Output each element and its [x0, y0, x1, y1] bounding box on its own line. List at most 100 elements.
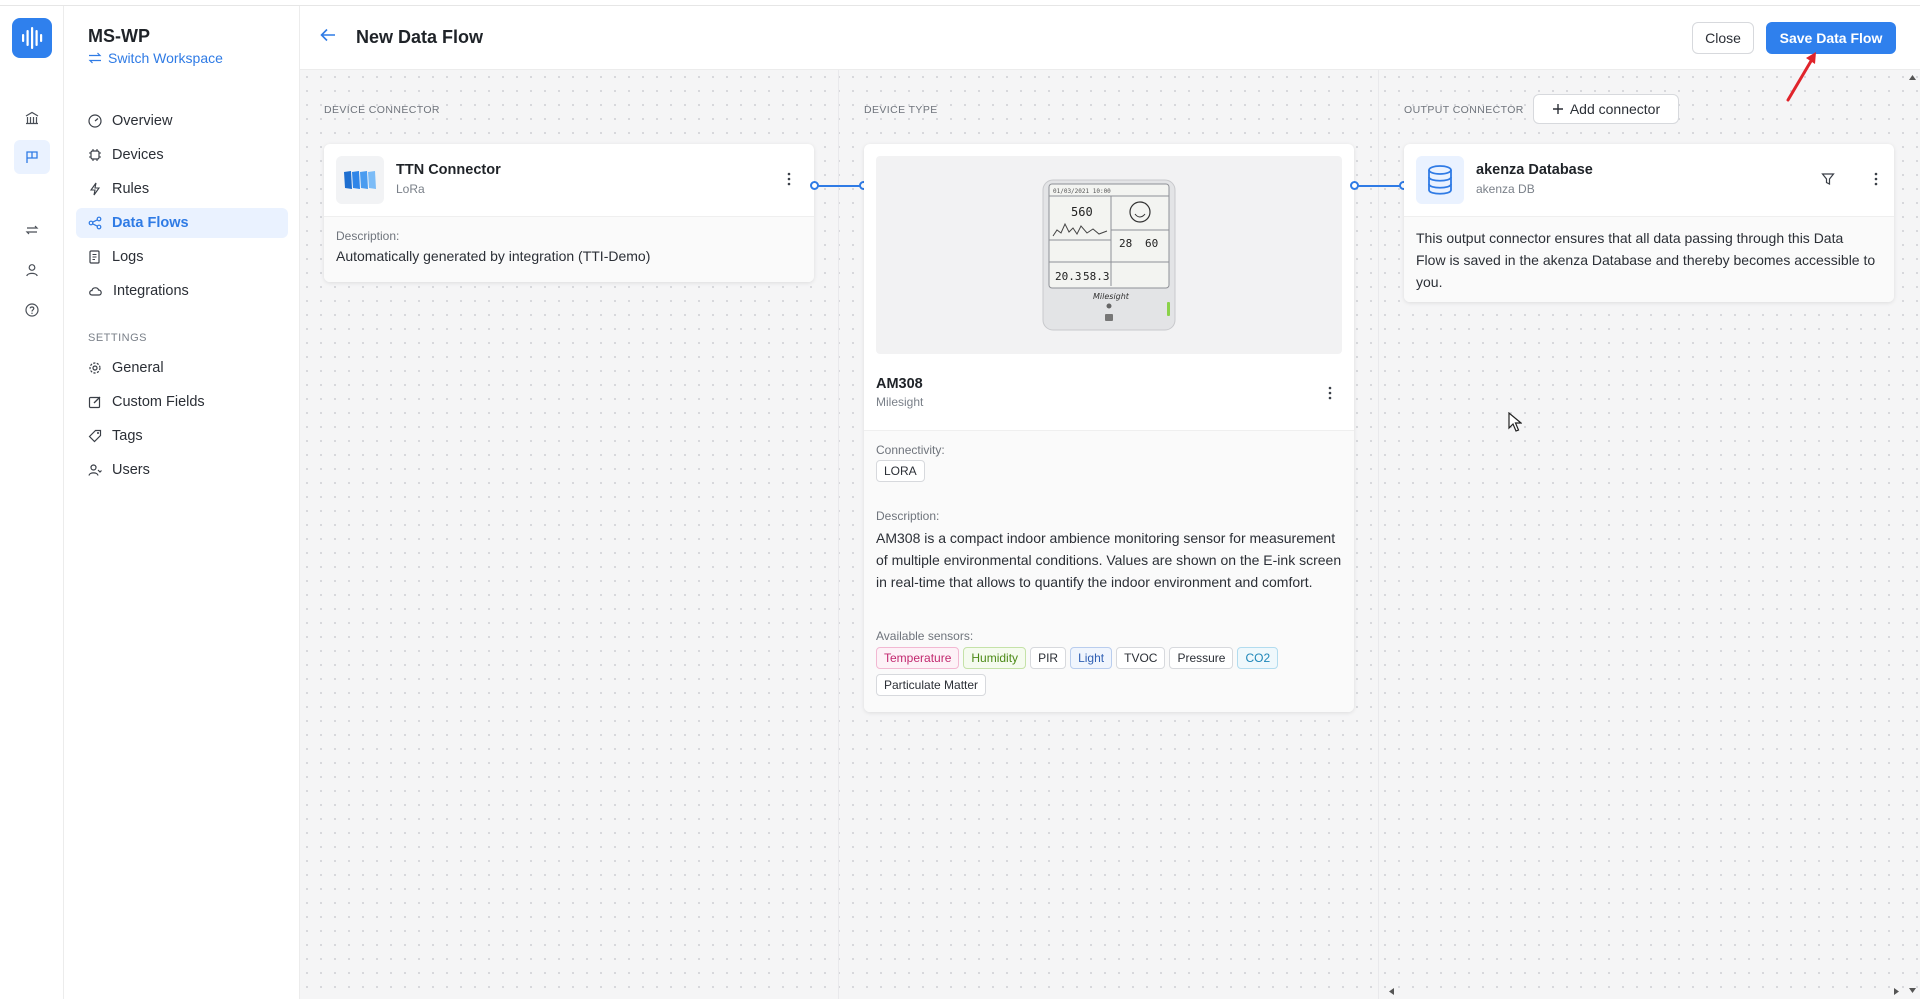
device-card-menu-icon[interactable] — [1320, 383, 1340, 403]
switch-icon[interactable] — [14, 213, 50, 247]
nav-label-custom-fields: Custom Fields — [112, 394, 205, 410]
ttn-description: Automatically generated by integration (… — [336, 248, 651, 264]
nav-item-custom-fields[interactable]: Custom Fields — [76, 387, 288, 417]
nav-label-general: General — [112, 360, 164, 376]
device-screen-date: 01/03/2021 10:00 — [1053, 188, 1111, 195]
switch-arrows-icon — [88, 52, 102, 64]
mouse-cursor-icon — [1508, 412, 1522, 432]
database-icon — [1416, 156, 1464, 204]
device-screen-pm10: 60 — [1145, 237, 1158, 250]
sensor-tag-particulate-matter: Particulate Matter — [876, 674, 987, 696]
db-card-subtitle: akenza DB — [1476, 182, 1535, 196]
connection-line — [816, 185, 864, 187]
ttn-card-body: Description: Automatically generated by … — [324, 216, 814, 282]
nav-item-logs[interactable]: Logs — [76, 242, 288, 272]
ttn-connector-card[interactable]: TTN Connector LoRa Description: Automati… — [324, 144, 814, 282]
db-card-menu-icon[interactable] — [1866, 169, 1886, 189]
device-description: AM308 is a compact indoor ambience monit… — [876, 530, 1342, 590]
ttn-description-label: Description: — [336, 229, 400, 243]
share-icon — [88, 216, 102, 230]
sensor-tag-temperature: Temperature — [876, 647, 960, 669]
flow-canvas: DEVICE CONNECTOR DEVICE TYPE OUTPUT CONN… — [300, 70, 1920, 999]
annotation-arrow-icon — [1786, 52, 1816, 102]
akenza-database-card[interactable]: akenza Database akenza DB This output co… — [1404, 144, 1894, 302]
device-card-subtitle: Milesight — [876, 395, 924, 409]
nav-label-rules: Rules — [112, 181, 150, 197]
nav-item-integrations[interactable]: Integrations — [76, 276, 288, 306]
device-description-label: Description: — [876, 509, 940, 523]
device-brand-print: Milesight — [1093, 292, 1130, 301]
nav-label-overview: Overview — [112, 113, 173, 129]
back-arrow-icon[interactable] — [320, 28, 336, 47]
sensor-tag-pressure: Pressure — [1169, 647, 1234, 669]
bolt-icon — [89, 182, 101, 196]
connection-line — [1356, 185, 1404, 187]
ttn-card-menu-icon[interactable] — [779, 169, 799, 189]
gauge-icon — [88, 114, 102, 128]
column-divider — [1378, 70, 1379, 999]
switch-workspace-link[interactable]: Switch Workspace — [88, 50, 223, 66]
nav-item-devices[interactable]: Devices — [76, 140, 288, 170]
nav-label-data-flows: Data Flows — [112, 215, 189, 231]
device-screen-temp: 20.3 — [1055, 270, 1082, 283]
log-icon — [89, 250, 100, 264]
device-type-card[interactable]: 01/03/2021 10:00 560 28 60 20.3 58.3 Mil… — [864, 144, 1354, 712]
ttn-logo-icon — [336, 156, 384, 204]
output-connector-label: OUTPUT CONNECTOR — [1404, 104, 1524, 116]
nav-item-overview[interactable]: Overview — [76, 106, 288, 136]
connection-handle[interactable] — [810, 181, 819, 190]
nav-label-devices: Devices — [112, 147, 164, 163]
dataflow-rail-icon[interactable] — [14, 140, 50, 174]
sensor-tag-light: Light — [1070, 647, 1113, 669]
db-card-title: akenza Database — [1476, 162, 1593, 178]
app-logo-icon[interactable] — [12, 18, 52, 58]
sensors-label: Available sensors: — [876, 629, 974, 643]
sensor-tag-co2: CO2 — [1237, 647, 1279, 669]
connectivity-badge: LORA — [876, 460, 925, 482]
device-screen-humidity: 58.3 — [1083, 270, 1110, 283]
nav-sidebar: MS-WP Switch Workspace Overview Devices … — [64, 6, 300, 999]
connectivity-label: Connectivity: — [876, 443, 945, 457]
edit-icon — [88, 396, 101, 409]
home-icon[interactable] — [14, 101, 50, 135]
help-icon[interactable] — [14, 293, 50, 327]
sensor-tag-tvoc: TVOC — [1116, 647, 1166, 669]
nav-label-integrations: Integrations — [113, 283, 189, 299]
device-card-body: Connectivity: LORA Description: AM308 is… — [864, 430, 1354, 712]
nav-label-tags: Tags — [112, 428, 143, 444]
nav-item-general[interactable]: General — [76, 353, 288, 383]
db-card-body: This output connector ensures that all d… — [1404, 216, 1894, 302]
device-connector-label: DEVICE CONNECTOR — [324, 104, 440, 116]
chip-icon — [89, 149, 101, 161]
device-card-title: AM308 — [876, 376, 923, 392]
tag-icon — [88, 429, 102, 443]
add-connector-button[interactable]: Add connector — [1533, 94, 1679, 124]
page-title: New Data Flow — [356, 27, 484, 47]
settings-section-title: SETTINGS — [88, 332, 148, 344]
nav-label-users: Users — [112, 462, 150, 478]
device-image: 01/03/2021 10:00 560 28 60 20.3 58.3 Mil… — [876, 156, 1342, 354]
plus-icon — [1552, 104, 1563, 114]
nav-item-tags[interactable]: Tags — [76, 421, 288, 451]
connection-handle[interactable] — [1350, 181, 1359, 190]
nav-item-rules[interactable]: Rules — [76, 174, 288, 204]
horizontal-scrollbar[interactable] — [1384, 984, 1904, 999]
user-icon[interactable] — [14, 253, 50, 287]
ttn-card-subtitle: LoRa — [396, 182, 425, 196]
sensor-tag-pir: PIR — [1030, 647, 1067, 669]
device-type-label: DEVICE TYPE — [864, 104, 938, 116]
nav-item-data-flows[interactable]: Data Flows — [76, 208, 288, 238]
workspace-name: MS-WP — [88, 26, 150, 46]
ttn-card-title: TTN Connector — [396, 162, 501, 178]
db-description: This output connector ensures that all d… — [1416, 230, 1876, 290]
vertical-scrollbar[interactable] — [1905, 70, 1920, 999]
filter-icon[interactable] — [1818, 169, 1838, 189]
nav-item-users[interactable]: Users — [76, 455, 288, 485]
page-header: New Data Flow Close Save Data Flow — [300, 6, 1920, 70]
cloud-icon — [89, 287, 102, 296]
am308-device-picture: 01/03/2021 10:00 560 28 60 20.3 58.3 Mil… — [1042, 179, 1176, 331]
sensor-tag-humidity: Humidity — [963, 647, 1027, 669]
device-screen-co2: 560 — [1071, 205, 1093, 219]
sensor-tags: Temperature Humidity PIR Light TVOC Pressure C… — [876, 647, 1342, 701]
close-button[interactable]: Close — [1692, 22, 1754, 54]
